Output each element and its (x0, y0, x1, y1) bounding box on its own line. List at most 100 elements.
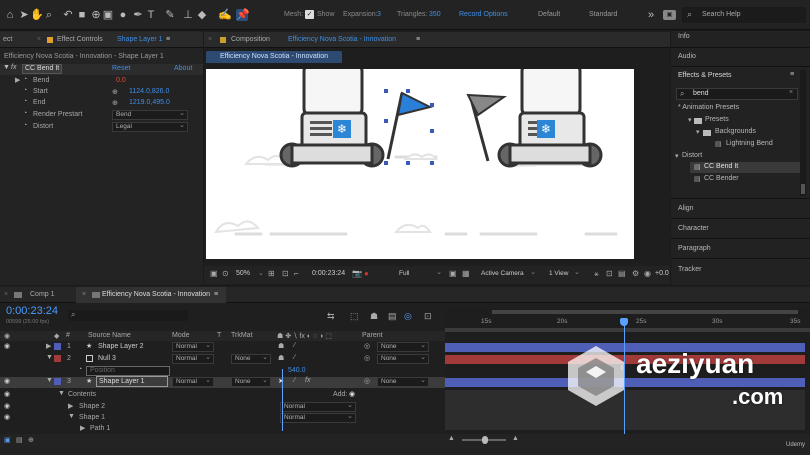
audio-panel-tab[interactable]: Audio (678, 53, 696, 60)
home-icon[interactable]: ⌂ (4, 9, 16, 21)
motion-blur-icon[interactable]: ◎ (404, 311, 412, 322)
expand-arrow-icon[interactable]: ▶ (15, 76, 20, 84)
position-property-row[interactable]: ◔ Position 540.0 (0, 366, 445, 377)
composition-viewer[interactable]: ❄ ❄ (206, 69, 634, 259)
trkmat-dropdown[interactable]: None (231, 354, 271, 364)
expand-arrow-icon[interactable]: ▾ (688, 116, 692, 124)
left-panel-tab[interactable]: ect (3, 32, 12, 48)
zoom-dropdown[interactable]: 50% (236, 270, 250, 277)
playhead-handle[interactable] (620, 318, 628, 326)
layer-name[interactable]: Shape Layer 2 (98, 343, 144, 350)
channel-icon[interactable]: ● (364, 269, 369, 278)
chevron-down-icon[interactable]: ⌄ (258, 269, 264, 277)
sync-icon[interactable]: ▣ (663, 10, 676, 20)
stopwatch-icon[interactable]: ◔ (23, 87, 27, 94)
pickwhip-icon[interactable]: ◎ (364, 377, 370, 385)
parent-dropdown[interactable]: None (377, 354, 429, 364)
expand-arrow-icon[interactable]: ▾ (675, 152, 679, 160)
toggle-pixel-icon[interactable]: ⚹ (594, 269, 599, 279)
timeline-tab-active[interactable]: × Efficiency Nova Scotia - Innovation ≡ (76, 287, 226, 303)
tree-item-animation-presets[interactable]: * Animation Presets (678, 104, 739, 111)
pan-behind-icon[interactable]: ⊕ (90, 9, 102, 21)
quality-switch-icon[interactable]: ∕ (294, 354, 295, 361)
zoom-out-icon[interactable]: ▲ (448, 435, 455, 442)
close-icon[interactable]: × (82, 287, 86, 303)
blend-mode-dropdown[interactable]: Normal (280, 413, 356, 423)
parent-dropdown[interactable]: None (377, 377, 429, 387)
eye-icon[interactable]: ◉ (4, 390, 10, 398)
quality-switch-icon[interactable]: ∕ (294, 377, 295, 384)
safe-zones-icon[interactable]: ⊞ (268, 269, 275, 278)
exposure-value[interactable]: +0.0 (655, 270, 669, 277)
selection-tool-icon[interactable]: ➤ (18, 9, 30, 21)
eye-icon[interactable]: ◉ (4, 377, 10, 385)
eye-icon[interactable]: ◉ (4, 413, 10, 421)
rectangle-icon[interactable]: ▣ (102, 9, 114, 21)
property-value[interactable]: 1219.0,495.0 (129, 99, 170, 106)
pen-icon[interactable]: ✒ (132, 9, 144, 21)
show-checkbox[interactable]: ✓ (305, 10, 314, 19)
snapshot-icon[interactable]: 📷 (352, 269, 362, 278)
shy-icon[interactable]: ☗ (370, 311, 378, 322)
workspace-default[interactable]: Default (538, 11, 560, 18)
trkmat-dropdown[interactable]: None (231, 377, 271, 387)
tree-item-distort[interactable]: Distort (682, 152, 702, 159)
composition-tab-label[interactable]: Composition (231, 32, 270, 48)
mode-dropdown[interactable]: Normal (172, 377, 214, 387)
shape-row[interactable]: ◉ ▶ Shape 2 Normal (0, 402, 445, 413)
layer-row-selected[interactable]: ◉ ▼ 3 ★ Shape Layer 1 Normal None ➤ ∕ fx… (0, 376, 445, 388)
scrollbar-thumb[interactable] (801, 184, 805, 194)
expand-arrow-icon[interactable]: ▶ (46, 342, 51, 350)
zoom-slider-thumb[interactable] (482, 436, 488, 444)
tracker-panel-tab[interactable]: Tracker (678, 266, 701, 273)
expand-arrow-icon[interactable]: ▶ (80, 424, 85, 432)
preview-icon[interactable]: ▣ (210, 269, 218, 278)
close-icon[interactable]: × (4, 287, 8, 303)
fx-switch-icon[interactable]: fx (305, 377, 310, 384)
mask-icon[interactable]: ⊡ (282, 269, 289, 278)
hand-icon[interactable]: ✋ (30, 9, 44, 21)
render-prestart-dropdown[interactable]: Bend (112, 110, 188, 120)
graph-editor-icon[interactable]: ⊡ (424, 311, 432, 322)
fast-preview-icon[interactable]: ⊡ (606, 269, 613, 278)
undo-icon[interactable]: ↶ (62, 9, 74, 21)
label-color[interactable] (54, 378, 61, 385)
mode-dropdown[interactable]: Normal (172, 354, 214, 364)
views-dropdown[interactable]: 1 View (546, 269, 582, 280)
parent-dropdown[interactable]: None (377, 342, 429, 352)
layer-name-field[interactable]: Shape Layer 1 (96, 376, 168, 387)
mode-dropdown[interactable]: Normal (172, 342, 214, 352)
exposure-icon[interactable]: ◉ (644, 269, 651, 278)
panel-menu-icon[interactable]: ≡ (416, 32, 420, 48)
expand-arrow-icon[interactable]: ▼ (3, 64, 10, 71)
stopwatch-icon[interactable]: ◔ (23, 76, 27, 83)
timeline-tab-comp1[interactable]: Comp 1 (30, 287, 55, 303)
region-icon[interactable]: ⌐ (294, 269, 299, 278)
property-value[interactable]: 1124.0,826.0 (129, 88, 169, 95)
quality-switch-icon[interactable]: ∕ (294, 342, 295, 349)
type-icon[interactable]: T (145, 9, 157, 21)
composition-subtab[interactable]: Efficiency Nova Scotia - Innovation (206, 51, 342, 63)
add-icon[interactable]: ◉ (349, 390, 355, 398)
col-source-name[interactable]: Source Name (88, 332, 131, 339)
shy-switch-icon[interactable]: ☗ (278, 342, 284, 350)
zoom-icon[interactable]: ⌕ (43, 9, 55, 21)
puppet-pin-icon[interactable]: 📌 (236, 9, 250, 21)
eye-icon[interactable]: ◉ (4, 402, 10, 410)
tree-item-presets[interactable]: Presets (705, 116, 729, 123)
camera-dropdown[interactable]: Active Camera (478, 269, 538, 280)
record-options-button[interactable]: Record Options (459, 11, 508, 18)
frame-blend-icon[interactable]: ▤ (388, 311, 397, 322)
comp-flow-icon[interactable]: ⇆ (327, 311, 335, 322)
effects-search-input[interactable]: ⌕ bend × (676, 88, 798, 100)
property-value[interactable]: 0.0 (116, 77, 126, 84)
brush-icon[interactable]: ✎ (164, 9, 176, 21)
effect-controls-tab-target[interactable]: Shape Layer 1 (117, 32, 163, 48)
info-panel-tab[interactable]: Info (678, 33, 690, 40)
close-icon[interactable]: × (37, 32, 41, 48)
in-out-icon[interactable]: ⊕ (28, 436, 34, 444)
layer-switches-icon[interactable]: ▣ (4, 436, 11, 444)
distort-dropdown[interactable]: Legal (112, 122, 188, 132)
region-of-interest-icon[interactable]: ▣ (449, 269, 457, 278)
clear-search-icon[interactable]: × (789, 89, 793, 96)
